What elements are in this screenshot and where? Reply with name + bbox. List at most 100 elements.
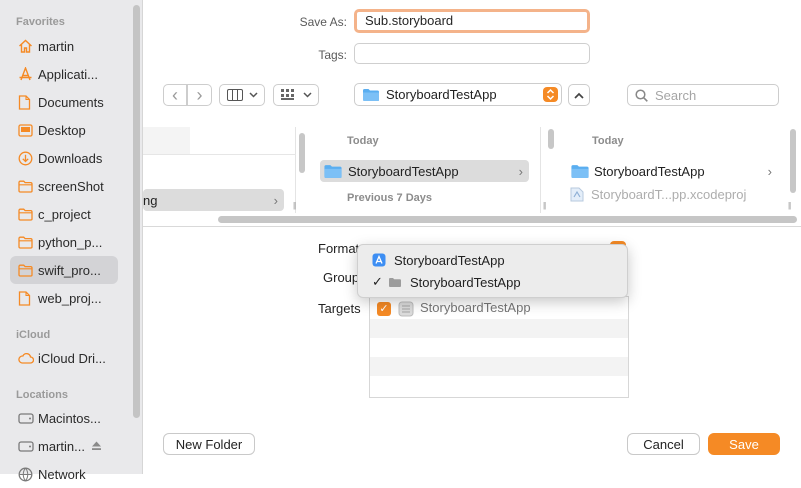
disk-icon (18, 440, 38, 452)
row-label: StoryboardTestApp (594, 163, 705, 179)
chevron-left-icon: ‹ (172, 85, 178, 105)
sidebar-item-label: Desktop (38, 122, 86, 138)
expand-button[interactable] (568, 84, 590, 106)
tags-field[interactable] (354, 43, 590, 64)
folder-icon (363, 88, 379, 101)
sidebar-item-label: Applicati... (38, 66, 98, 82)
group-label: Group (323, 270, 360, 285)
sidebar-item-screenshot[interactable]: screenShot (10, 172, 118, 200)
sidebar-item-python-p[interactable]: python_p... (10, 228, 118, 256)
columns-view-icon (226, 89, 243, 101)
targets-label: Targets (318, 301, 361, 316)
sidebar-item-label: screenShot (38, 178, 104, 194)
chevron-up-icon (574, 92, 584, 99)
save-as-label: Save As: (299, 15, 347, 29)
browser-column-1: ng › (143, 127, 305, 213)
location-label: StoryboardTestApp (386, 87, 497, 102)
chevron-right-icon: › (196, 85, 203, 105)
sidebar-item-label: python_p... (38, 234, 103, 250)
disk-icon (18, 412, 38, 424)
sidebar-item-martin[interactable]: martin (10, 32, 118, 60)
column-scrollbar[interactable] (299, 133, 305, 173)
location-popup[interactable]: StoryboardTestApp (354, 83, 562, 106)
sidebar-item-label: swift_pro... (38, 262, 101, 278)
group-by-button[interactable] (273, 84, 319, 106)
browser-row[interactable]: StoryboardTestApp › (568, 160, 772, 182)
sidebar-item-label: martin... (38, 438, 85, 454)
target-checkbox[interactable]: ✓ (377, 302, 391, 316)
browser-row[interactable]: ng › (143, 189, 284, 211)
document-icon (18, 290, 38, 306)
cancel-button[interactable]: Cancel (627, 433, 700, 455)
app-icon (372, 253, 386, 267)
icloud-header: iCloud (16, 329, 51, 341)
column-browser: ng › Today StoryboardTestApp › Previous … (143, 127, 801, 227)
save-as-field[interactable]: Sub.storyboard (354, 9, 590, 33)
sidebar-item-documents[interactable]: Documents (10, 88, 118, 116)
desktop-icon (18, 123, 38, 137)
search-field[interactable]: Search (627, 84, 779, 106)
sidebar-item-label: Downloads (38, 150, 103, 166)
folder-icon (571, 164, 589, 178)
browser-column-2: Today StoryboardTestApp › Previous 7 Day… (310, 127, 554, 213)
sidebar-item-downloads[interactable]: Downloads (10, 144, 118, 172)
back-button[interactable]: ‹ (163, 84, 187, 106)
save-button[interactable]: Save (708, 433, 780, 455)
view-mode-button[interactable] (219, 84, 265, 106)
menu-item-label: StoryboardTestApp (410, 274, 521, 290)
sidebar-item-martin[interactable]: martin... (10, 432, 118, 460)
sidebar-item-label: iCloud Dri... (38, 350, 106, 366)
sidebar-item-applicati[interactable]: Applicati... (10, 60, 118, 88)
column-resize-handle[interactable]: || (293, 201, 296, 210)
chevron-right-icon: › (767, 163, 772, 179)
sidebar-item-label: c_project (38, 206, 91, 222)
menu-item-folder[interactable]: ✓ StoryboardTestApp (372, 272, 521, 292)
folder-icon (18, 208, 38, 221)
row-label: StoryboardTestApp (348, 163, 459, 179)
folder-icon (18, 264, 38, 277)
horizontal-scrollbar[interactable] (218, 216, 797, 223)
menu-item-label: StoryboardTestApp (394, 252, 505, 268)
sidebar-item-macintos[interactable]: Macintos... (10, 404, 118, 432)
new-folder-button[interactable]: New Folder (163, 433, 255, 455)
sidebar-scrollbar[interactable] (133, 5, 140, 418)
search-placeholder: Search (655, 87, 697, 103)
sidebar-item-swift-pro[interactable]: swift_pro... (10, 256, 118, 284)
target-item-label: StoryboardTestApp (420, 300, 531, 315)
browser-row: StoryboardT...pp.xcodeproj (570, 183, 774, 205)
cloud-icon (18, 352, 38, 364)
menu-item-app[interactable]: StoryboardTestApp (372, 250, 505, 270)
chevron-down-icon (302, 92, 312, 98)
column-scrollbar[interactable] (790, 129, 796, 193)
sidebar-item-label: Macintos... (38, 410, 101, 426)
applications-icon (18, 67, 38, 81)
xcodeproj-icon (570, 187, 584, 201)
sidebar-item-label: web_proj... (38, 290, 102, 306)
sidebar-item-c-project[interactable]: c_project (10, 200, 118, 228)
sidebar-item-label: Documents (38, 94, 104, 110)
sidebar-item-network[interactable]: Network (10, 460, 118, 488)
search-icon (635, 88, 648, 102)
column-resize-handle[interactable]: || (788, 201, 791, 210)
favorites-header: Favorites (16, 16, 65, 28)
browser-row[interactable]: StoryboardTestApp › (320, 160, 529, 182)
sidebar-item-icloud-dri[interactable]: iCloud Dri... (10, 344, 118, 372)
folder-icon (18, 236, 38, 249)
group-menu: StoryboardTestApp ✓ StoryboardTestApp (357, 244, 628, 298)
grid-icon (280, 89, 294, 100)
forward-button[interactable]: › (187, 84, 212, 106)
sidebar-item-label: Network (38, 466, 86, 482)
eject-icon[interactable] (91, 439, 109, 454)
sidebar-item-web-proj[interactable]: web_proj... (10, 284, 118, 312)
column-resize-handle[interactable]: || (543, 201, 546, 210)
browser-column-3: Today StoryboardTestApp › StoryboardT...… (554, 127, 796, 213)
sidebar-item-label: martin (38, 38, 75, 54)
today-header: Today (347, 135, 379, 147)
today-header: Today (592, 135, 624, 147)
format-label: Format (318, 241, 360, 256)
chevron-right-icon: › (273, 192, 278, 208)
home-icon (18, 39, 38, 53)
sidebar: Favorites martin Applicati... Documents Des… (0, 0, 143, 482)
document-icon (18, 94, 38, 110)
sidebar-item-desktop[interactable]: Desktop (10, 116, 118, 144)
